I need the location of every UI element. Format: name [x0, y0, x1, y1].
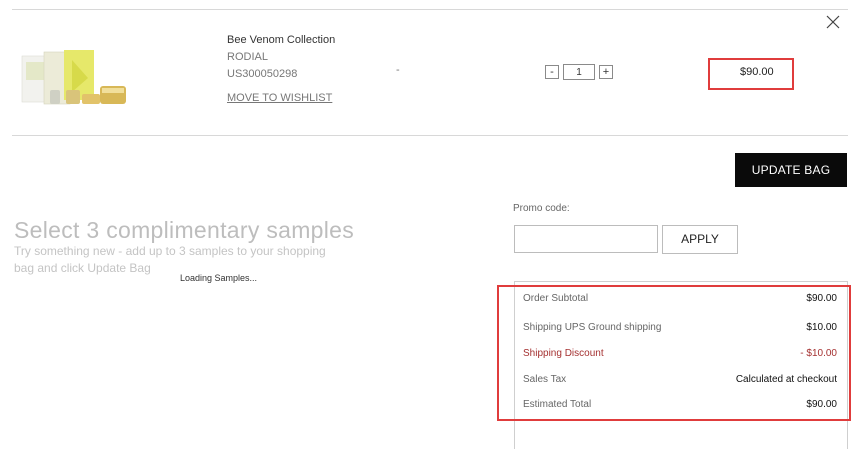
product-name[interactable]: Bee Venom Collection — [227, 32, 335, 49]
summary-highlight-box — [497, 285, 851, 421]
item-top-divider — [12, 9, 848, 10]
shopping-bag-page: Bee Venom Collection RODIAL US300050298 … — [0, 0, 860, 450]
product-brand: RODIAL — [227, 51, 268, 63]
item-info: Bee Venom Collection RODIAL US300050298 … — [227, 32, 335, 107]
apply-promo-button[interactable]: APPLY — [662, 225, 738, 254]
close-icon[interactable] — [826, 15, 840, 29]
samples-description: Try something new - add up to 3 samples … — [14, 244, 326, 275]
product-image — [21, 50, 126, 105]
move-to-wishlist-link[interactable]: MOVE TO WISHLIST — [227, 90, 332, 107]
quantity-increase-button[interactable]: + — [599, 65, 613, 79]
price-highlight-box — [708, 58, 794, 90]
samples-title: Select 3 complimentary samples — [14, 217, 355, 243]
product-sku: US300050298 — [227, 68, 298, 80]
quantity-stepper: - + — [545, 64, 613, 80]
quantity-input[interactable] — [563, 64, 595, 80]
update-bag-button[interactable]: UPDATE BAG — [735, 153, 847, 187]
promo-code-label: Promo code: — [513, 203, 570, 214]
promo-code-input[interactable] — [514, 225, 658, 253]
item-option-placeholder: - — [396, 64, 400, 76]
samples-loading-text: Loading Samples... — [180, 273, 258, 283]
item-bottom-divider — [12, 135, 848, 136]
quantity-decrease-button[interactable]: - — [545, 65, 559, 79]
